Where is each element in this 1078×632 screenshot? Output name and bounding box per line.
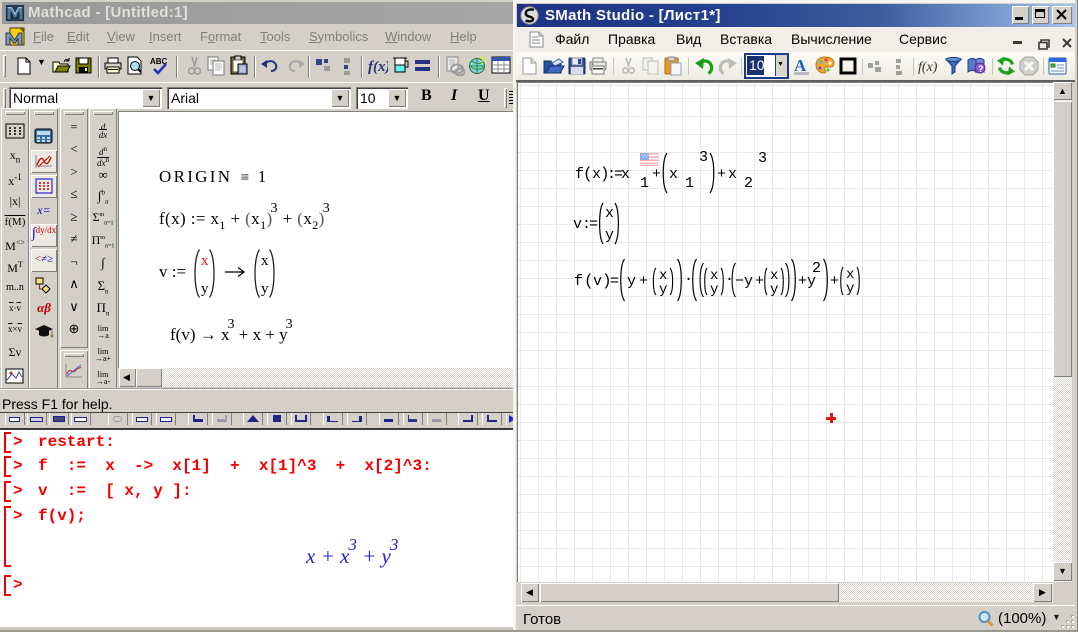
svg-text:?: ? [978, 64, 984, 74]
svg-text:x: x [605, 205, 614, 222]
svg-text:y: y [261, 281, 269, 297]
svg-text:x: x [261, 253, 269, 269]
svg-text:y: y [605, 227, 614, 244]
svg-text:f(x): f(x) [368, 59, 388, 75]
svg-text:f(x): f(x) [918, 60, 938, 75]
svg-text:y: y [846, 281, 854, 296]
svg-text:x: x [201, 253, 209, 269]
svg-text:y: y [201, 281, 209, 297]
svg-text:y: y [659, 282, 667, 296]
svg-text:y: y [770, 282, 778, 296]
svg-text:?: ? [479, 55, 486, 67]
svg-text:y: y [710, 282, 718, 296]
